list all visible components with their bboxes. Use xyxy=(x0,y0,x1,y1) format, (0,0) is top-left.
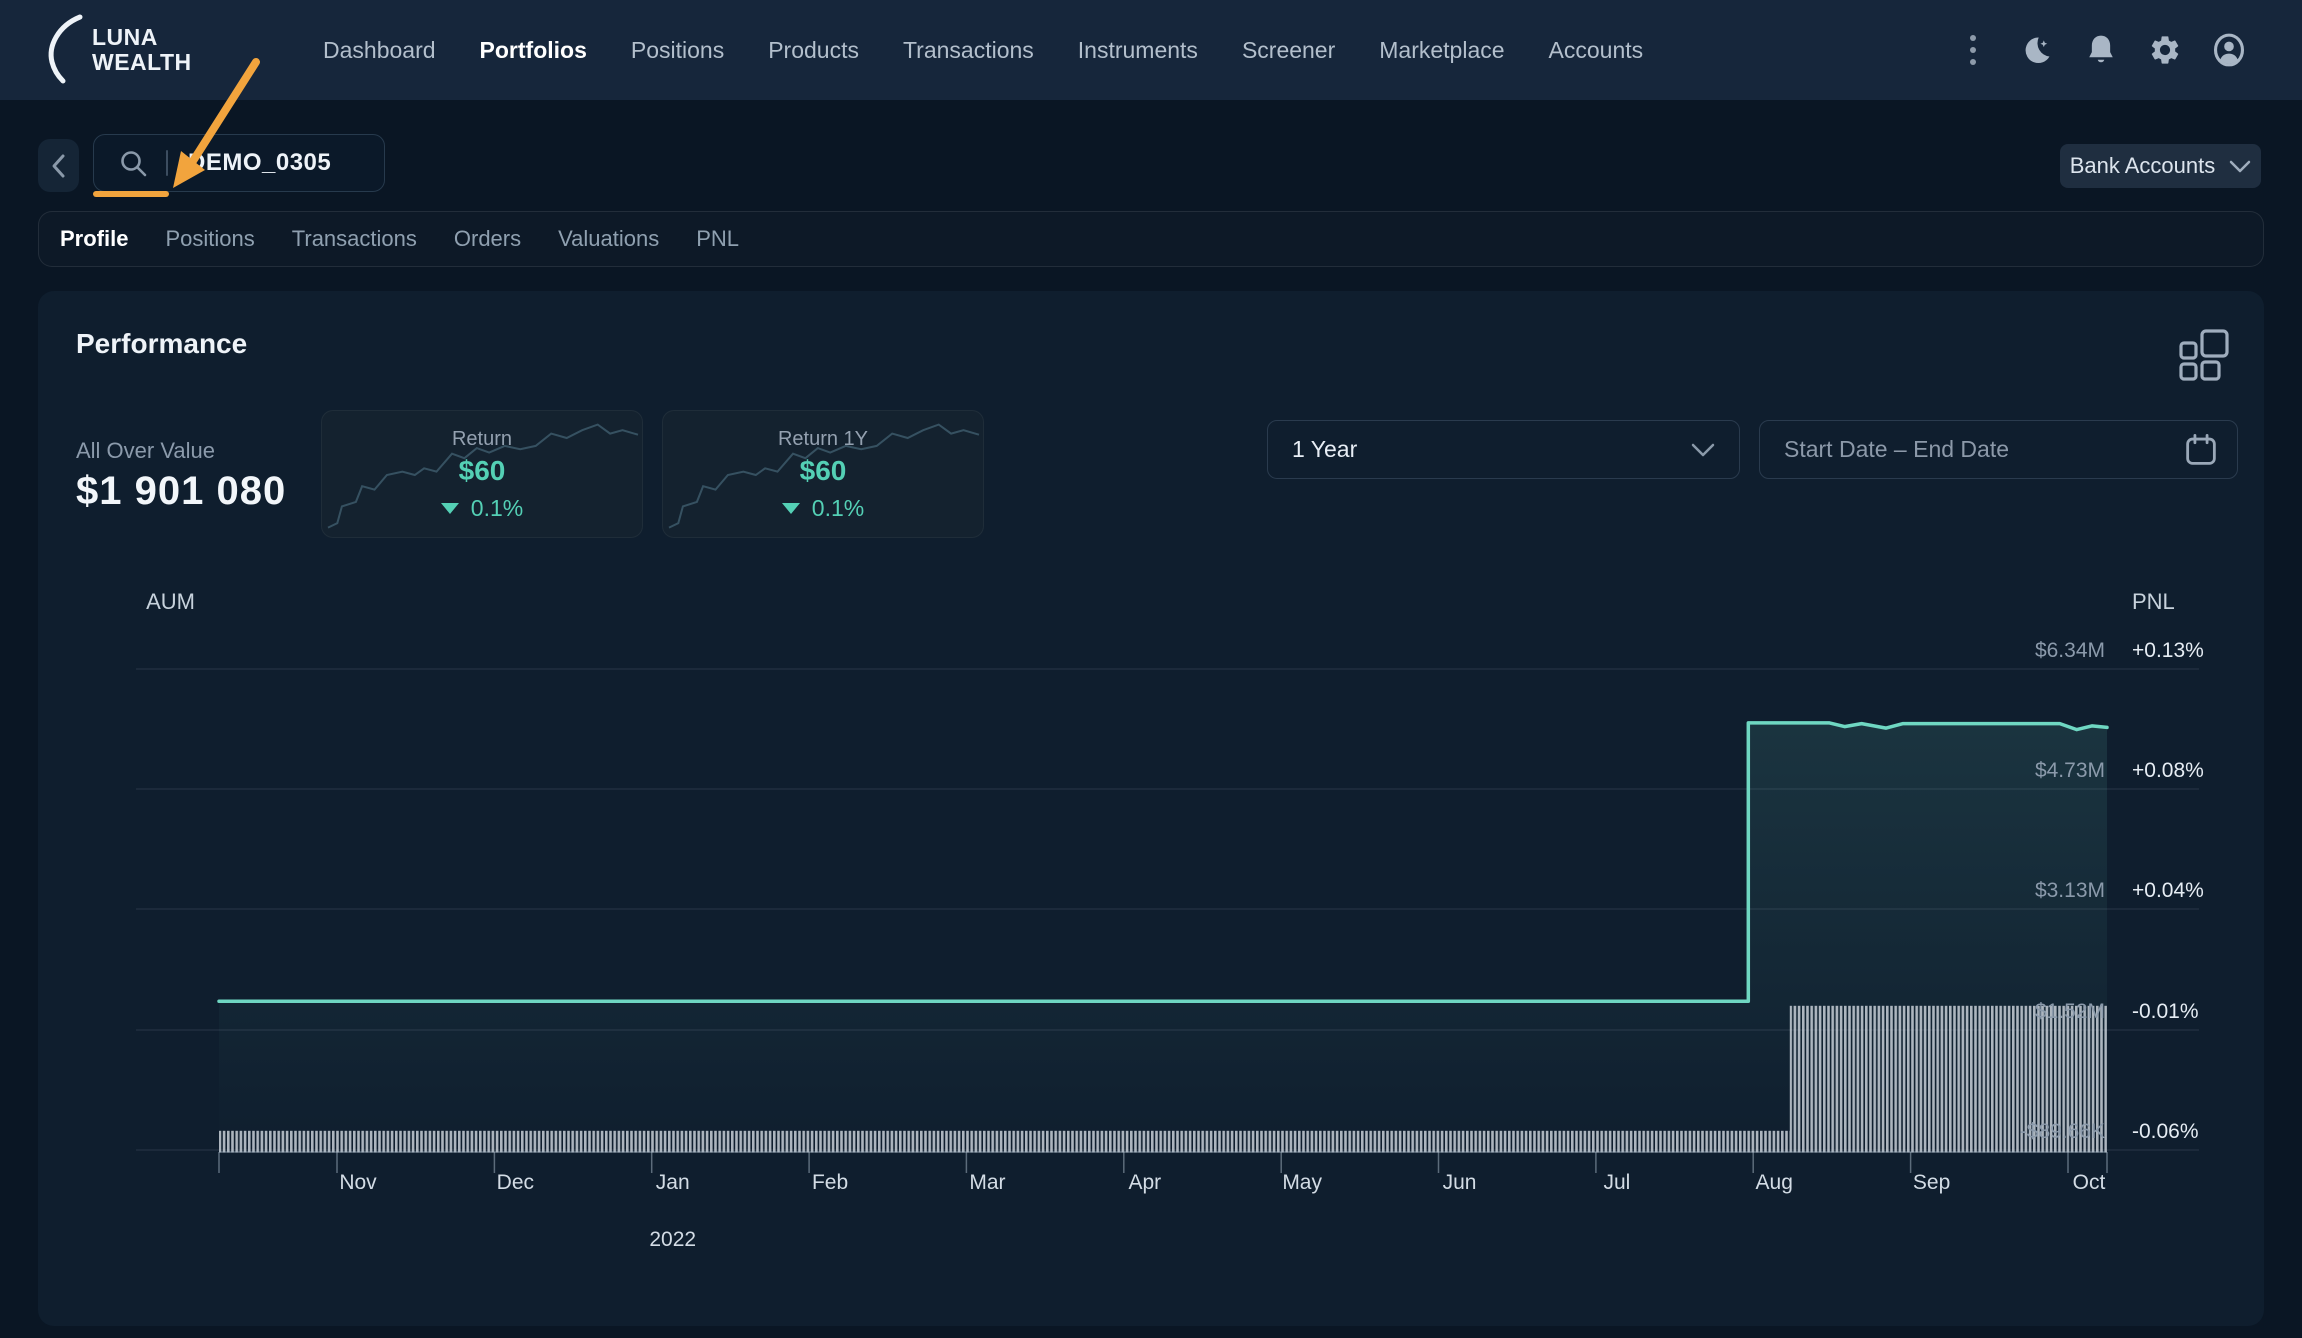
right-axis-title: PNL xyxy=(2132,589,2175,615)
nav-icons xyxy=(1956,0,2246,100)
tab-orders[interactable]: Orders xyxy=(454,226,521,252)
month-label-nov: Nov xyxy=(339,1171,376,1195)
aum-tick-label: -$89.66K xyxy=(2020,1120,2105,1144)
nav-item-dashboard[interactable]: Dashboard xyxy=(323,37,436,64)
notifications-icon[interactable] xyxy=(2084,33,2118,67)
nav-item-marketplace[interactable]: Marketplace xyxy=(1379,37,1504,64)
trend-down-icon xyxy=(441,503,459,514)
dark-mode-icon[interactable] xyxy=(2020,33,2054,67)
month-label-oct: Oct xyxy=(2073,1171,2106,1195)
aum-tick-label: $6.34M xyxy=(2035,639,2105,663)
return-1y-label: Return 1Y xyxy=(778,428,868,451)
pnl-tick-label: -0.01% xyxy=(2132,1000,2199,1024)
logo-text: LUNA WEALTH xyxy=(92,25,192,75)
nav-item-screener[interactable]: Screener xyxy=(1242,37,1335,64)
portfolio-name: DEMO_0305 xyxy=(188,149,331,177)
period-select[interactable]: 1 Year xyxy=(1267,420,1740,479)
tab-positions[interactable]: Positions xyxy=(165,226,254,252)
calendar-icon xyxy=(2185,433,2217,467)
chevron-left-icon xyxy=(49,152,69,180)
pnl-tick-label: -0.06% xyxy=(2132,1120,2199,1144)
aum-tick-label: $3.13M xyxy=(2035,879,2105,903)
return-1y-card-content: Return 1Y $60 0.1% xyxy=(663,411,983,537)
return-value: $60 xyxy=(459,455,506,487)
kebab-menu-icon[interactable] xyxy=(1956,33,1990,67)
date-range-field[interactable]: Start Date – End Date xyxy=(1759,420,2238,479)
date-range-placeholder: Start Date – End Date xyxy=(1784,436,2009,463)
chevron-down-icon xyxy=(1691,443,1715,457)
settings-icon[interactable] xyxy=(2148,33,2182,67)
logo-line2: WEALTH xyxy=(92,50,192,75)
month-label-apr: Apr xyxy=(1128,1171,1161,1195)
left-axis-title: AUM xyxy=(146,589,195,615)
month-label-sep: Sep xyxy=(1913,1171,1950,1195)
month-label-dec: Dec xyxy=(497,1171,534,1195)
nav-item-accounts[interactable]: Accounts xyxy=(1549,37,1644,64)
month-label-mar: Mar xyxy=(969,1171,1005,1195)
nav-item-portfolios[interactable]: Portfolios xyxy=(480,37,587,64)
nav-item-instruments[interactable]: Instruments xyxy=(1078,37,1198,64)
logo-arc-icon xyxy=(44,12,84,88)
month-label-jan: Jan xyxy=(656,1171,690,1195)
tab-pnl[interactable]: PNL xyxy=(696,226,739,252)
performance-card: Performance All Over Value $1 901 080 Re… xyxy=(38,291,2264,1326)
page: LUNA WEALTH Dashboard Portfolios Positions… xyxy=(0,0,2302,1338)
aum-tick-label: $1.52M xyxy=(2035,1000,2105,1024)
month-label-jun: Jun xyxy=(1443,1171,1477,1195)
search-icon xyxy=(118,148,148,178)
return-label: Return xyxy=(452,428,512,451)
widgets-grid-icon xyxy=(2179,329,2229,381)
tab-bar: Profile Positions Transactions Orders Valuat… xyxy=(38,211,2264,267)
trend-down-icon xyxy=(782,503,800,514)
year-label: 2022 xyxy=(649,1228,696,1252)
month-label-feb: Feb xyxy=(812,1171,848,1195)
portfolio-search-box[interactable]: DEMO_0305 xyxy=(93,134,385,192)
logo-line1: LUNA xyxy=(92,25,192,50)
month-label-may: May xyxy=(1282,1171,1322,1195)
logo[interactable]: LUNA WEALTH xyxy=(44,12,192,88)
account-icon[interactable] xyxy=(2212,33,2246,67)
back-button[interactable] xyxy=(38,139,79,192)
top-navbar: LUNA WEALTH Dashboard Portfolios Positions… xyxy=(0,0,2302,100)
return-1y-card[interactable]: Return 1Y $60 0.1% xyxy=(662,410,984,538)
divider xyxy=(166,150,168,176)
card-title: Performance xyxy=(76,328,247,360)
month-label-jul: Jul xyxy=(1603,1171,1630,1195)
all-over-value-label: All Over Value xyxy=(76,438,215,464)
widgets-grid-button[interactable] xyxy=(2176,327,2232,383)
aum-tick-label: $4.73M xyxy=(2035,759,2105,783)
tab-profile[interactable]: Profile xyxy=(60,226,128,252)
nav-item-products[interactable]: Products xyxy=(768,37,859,64)
return-change: 0.1% xyxy=(471,495,523,522)
nav-item-transactions[interactable]: Transactions xyxy=(903,37,1034,64)
chevron-down-icon xyxy=(2229,160,2251,173)
return-1y-change: 0.1% xyxy=(812,495,864,522)
month-label-aug: Aug xyxy=(1756,1171,1793,1195)
bank-accounts-label: Bank Accounts xyxy=(2070,153,2216,179)
main-nav: Dashboard Portfolios Positions Products Tran… xyxy=(323,0,1643,100)
performance-chart[interactable]: AUM PNL $6.34M $4.73M $3.13M $1.52M -$89.66K +0… xyxy=(38,560,2264,1326)
bank-accounts-dropdown[interactable]: Bank Accounts xyxy=(2060,144,2261,188)
tab-transactions[interactable]: Transactions xyxy=(292,226,417,252)
return-1y-value: $60 xyxy=(800,455,847,487)
tab-valuations[interactable]: Valuations xyxy=(558,226,659,252)
pnl-tick-label: +0.13% xyxy=(2132,639,2204,663)
nav-item-positions[interactable]: Positions xyxy=(631,37,724,64)
all-over-value: $1 901 080 xyxy=(76,469,286,514)
annotation-underline xyxy=(93,191,169,197)
return-card-content: Return $60 0.1% xyxy=(322,411,642,537)
return-card[interactable]: Return $60 0.1% xyxy=(321,410,643,538)
period-select-value: 1 Year xyxy=(1292,436,1357,463)
pnl-tick-label: +0.04% xyxy=(2132,879,2204,903)
pnl-tick-label: +0.08% xyxy=(2132,759,2204,783)
